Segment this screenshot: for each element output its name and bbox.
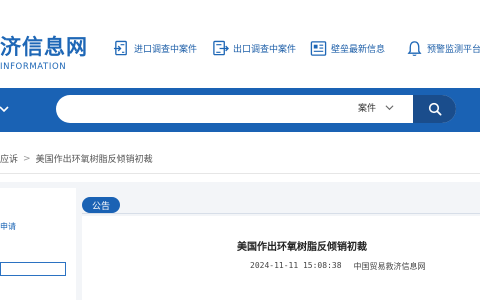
site-header: 济信息网 INFORMATION 进口调查中案件 出口调查中案件 壁垒最新信息 … <box>0 0 480 88</box>
search-icon <box>428 102 441 116</box>
tab-announcement[interactable]: 公告 <box>82 197 120 213</box>
export-document-icon <box>213 40 229 56</box>
article-meta: 2024-11-11 15:08:38 中国贸易救济信息网 <box>250 261 426 272</box>
menu-chevron-down-icon[interactable] <box>0 104 10 114</box>
tab-underline <box>82 213 480 214</box>
nav-warning-platform[interactable]: 预警监测平台 <box>406 40 480 57</box>
breadcrumb: 应诉 > 美国作出环氧树脂反倾销初裁 <box>0 144 480 174</box>
nav-import-label: 进口调查中案件 <box>134 45 198 55</box>
sidebar <box>0 188 76 300</box>
breadcrumb-current: 美国作出环氧树脂反倾销初裁 <box>35 155 153 165</box>
sidebar-input[interactable] <box>0 262 66 276</box>
article-datetime: 2024-11-11 15:08:38 <box>250 261 342 270</box>
import-document-icon <box>113 40 127 56</box>
article-source: 中国贸易救济信息网 <box>353 262 426 271</box>
chevron-down-icon <box>385 105 394 111</box>
sidebar-link-apply[interactable]: 申请 <box>0 221 16 232</box>
search-scope-select[interactable]: 案件 <box>358 101 394 114</box>
breadcrumb-separator: > <box>23 153 31 164</box>
nav-barrier-label: 壁垒最新信息 <box>331 45 386 55</box>
search-input[interactable] <box>72 99 342 119</box>
nav-warning-label: 预警监测平台 <box>427 45 480 55</box>
barrier-news-icon <box>310 41 327 56</box>
article-panel <box>82 216 480 300</box>
nav-barrier-news[interactable]: 壁垒最新信息 <box>310 40 385 57</box>
search-button[interactable] <box>413 95 456 123</box>
site-logo-subtitle: INFORMATION <box>0 62 67 72</box>
article-title: 美国作出环氧树脂反倾销初裁 <box>237 242 367 253</box>
nav-export-cases[interactable]: 出口调查中案件 <box>212 40 296 57</box>
search-scope-label: 案件 <box>358 104 377 114</box>
nav-export-label: 出口调查中案件 <box>233 45 297 55</box>
bell-icon <box>407 41 422 56</box>
nav-import-cases[interactable]: 进口调查中案件 <box>113 40 197 57</box>
site-logo-title[interactable]: 济信息网 <box>0 31 88 61</box>
breadcrumb-parent[interactable]: 应诉 <box>0 152 18 165</box>
